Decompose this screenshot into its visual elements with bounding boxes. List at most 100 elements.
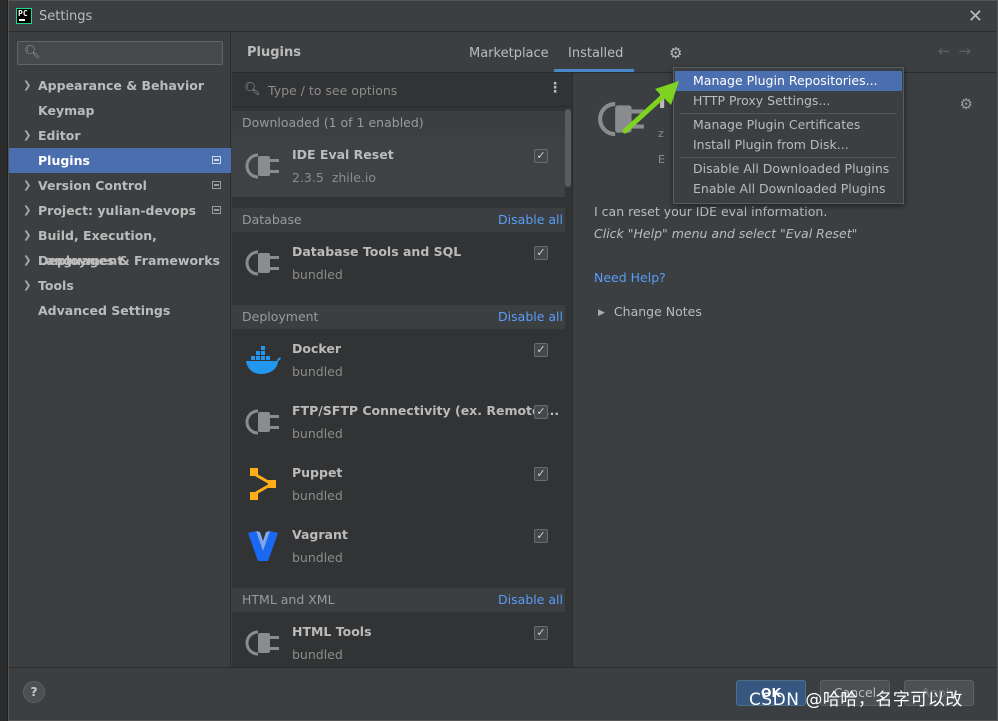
search-icon: 🔍︎ (244, 82, 261, 97)
menu-item-disable-all-downloaded[interactable]: Disable All Downloaded Plugins (675, 159, 902, 179)
settings-sidebar: 🔍︎ ❯ Appearance & Behavior Keymap ❯ Editor Pl… (9, 32, 231, 667)
gear-icon[interactable]: ⚙ (669, 44, 682, 62)
plugin-name: Vagrant (292, 527, 348, 542)
sidebar-item-label: Project: yulian-devops (38, 203, 197, 218)
plugin-version: bundled (292, 364, 343, 379)
window-title: Settings (39, 9, 93, 24)
chevron-right-icon[interactable]: ❯ (23, 123, 31, 148)
plugin-meta: bundled (292, 267, 343, 282)
plugin-list-scrollbar[interactable] (565, 109, 571, 187)
group-name: Database (242, 212, 302, 227)
chevron-right-icon[interactable]: ❯ (23, 223, 31, 248)
settings-dialog: PC Settings ✕ 🔍︎ ❯ Appearance & Behavior K… (8, 0, 998, 721)
sidebar-item-appearance-behavior[interactable]: ❯ Appearance & Behavior (9, 73, 231, 98)
tab-marketplace[interactable]: Marketplace (469, 46, 549, 61)
plugin-version: bundled (292, 267, 343, 282)
plug-icon (244, 624, 282, 662)
plugin-enabled-checkbox[interactable]: ✓ (534, 405, 548, 419)
change-notes-label: Change Notes (613, 304, 702, 319)
plugin-vendor: zhile.io (331, 170, 377, 185)
settings-nav: ❯ Appearance & Behavior Keymap ❯ Editor Plugi… (9, 73, 231, 323)
background-ide-strip (0, 0, 8, 721)
menu-item-http-proxy[interactable]: HTTP Proxy Settings... (675, 91, 902, 111)
plugin-name: IDE Eval Reset (292, 147, 394, 162)
close-icon[interactable]: ✕ (968, 6, 983, 27)
sidebar-item-label: Appearance & Behavior (38, 78, 204, 93)
disable-all-link[interactable]: Disable all (498, 309, 563, 324)
plugin-instruction: Click "Help" menu and select "Eval Reset… (594, 226, 858, 241)
sidebar-item-plugins[interactable]: Plugins (9, 148, 231, 173)
page-title: Plugins (247, 45, 301, 60)
chevron-right-icon[interactable]: ❯ (23, 273, 31, 298)
menu-item-manage-repositories[interactable]: Manage Plugin Repositories... (675, 71, 902, 91)
plugin-search-placeholder: Type / to see options (268, 83, 398, 98)
plugin-meta: bundled (292, 426, 343, 441)
plugin-row[interactable]: Docker bundled ✓ (232, 329, 565, 391)
plugin-version: bundled (292, 488, 343, 503)
plugin-enabled-checkbox[interactable]: ✓ (534, 529, 548, 543)
sidebar-item-editor[interactable]: ❯ Editor (9, 123, 231, 148)
settings-search-box[interactable]: 🔍︎ (17, 41, 223, 65)
plugin-enabled-checkbox[interactable]: ✓ (534, 467, 548, 481)
sidebar-item-label: Version Control (38, 178, 147, 193)
sidebar-item-keymap[interactable]: Keymap (9, 98, 231, 123)
docker-whale-icon (244, 341, 282, 379)
plugin-enabled-checkbox[interactable]: ✓ (534, 149, 548, 163)
group-name: Downloaded (1 of 1 enabled) (242, 115, 424, 130)
need-help-link[interactable]: Need Help? (594, 270, 666, 285)
menu-item-manage-certificates[interactable]: Manage Plugin Certificates (675, 115, 902, 135)
vagrant-icon (244, 527, 282, 565)
disable-all-link[interactable]: Disable all (498, 212, 563, 227)
plugin-version: bundled (292, 426, 343, 441)
title-bar: PC Settings ✕ (9, 1, 997, 32)
plugin-version: bundled (292, 647, 343, 662)
plugin-version: 2.3.5 (292, 170, 324, 185)
plugin-enabled-checkbox[interactable]: ✓ (534, 246, 548, 260)
menu-item-install-from-disk[interactable]: Install Plugin from Disk... (675, 135, 902, 155)
sidebar-item-advanced-settings[interactable]: Advanced Settings (9, 298, 231, 323)
sidebar-item-version-control[interactable]: ❯ Version Control (9, 173, 231, 198)
menu-separator (680, 157, 897, 158)
plugin-row[interactable]: Vagrant bundled ✓ (232, 515, 565, 577)
forward-arrow-icon[interactable]: → (958, 42, 979, 60)
menu-item-enable-all-downloaded[interactable]: Enable All Downloaded Plugins (675, 179, 902, 199)
change-notes-toggle[interactable]: ▶ Change Notes (598, 304, 702, 319)
settings-search-input[interactable] (42, 44, 218, 62)
group-header-downloaded: Downloaded (1 of 1 enabled) (232, 111, 565, 135)
plugin-row[interactable]: HTML Tools bundled ✓ (232, 612, 565, 667)
group-header-html-xml: HTML and XML Disable all (232, 588, 565, 612)
sidebar-item-label: Advanced Settings (38, 303, 171, 318)
sidebar-item-project-yulian-devops[interactable]: ❯ Project: yulian-devops (9, 198, 231, 223)
search-icon: 🔍︎ (24, 45, 41, 60)
sidebar-item-build-execution-deployment[interactable]: ❯ Build, Execution, Deployment (9, 223, 231, 268)
plugin-search-bar[interactable]: 🔍︎ Type / to see options ⋮ (232, 73, 572, 107)
plugin-row[interactable]: IDE Eval Reset 2.3.5 zhile.io ✓ (232, 135, 565, 197)
help-button[interactable]: ? (23, 681, 45, 703)
plugin-enabled-checkbox[interactable]: ✓ (534, 626, 548, 640)
group-name: Deployment (242, 309, 319, 324)
sidebar-item-label: Languages & Frameworks (38, 253, 220, 268)
plugin-row[interactable]: Puppet bundled ✓ (232, 453, 565, 515)
group-header-deployment: Deployment Disable all (232, 305, 565, 329)
more-options-icon[interactable]: ⋮ (548, 80, 562, 96)
sidebar-item-tools[interactable]: ❯ Tools (9, 273, 231, 298)
chevron-right-icon[interactable]: ❯ (23, 173, 31, 198)
chevron-right-icon[interactable]: ❯ (23, 248, 31, 273)
back-arrow-icon[interactable]: ← (938, 42, 959, 60)
pycharm-logo-icon: PC (16, 8, 32, 24)
disable-all-link[interactable]: Disable all (498, 592, 563, 607)
chevron-right-icon[interactable]: ❯ (23, 198, 31, 223)
dialog-footer: ? OK Cancel Apply CSDN @哈哈，名字可以改 (9, 667, 997, 720)
plugin-row[interactable]: Database Tools and SQL bundled ✓ (232, 232, 565, 294)
plugin-meta: bundled (292, 364, 343, 379)
plugin-name: HTML Tools (292, 624, 372, 639)
plugin-name: FTP/SFTP Connectivity (ex. Remote ... (292, 403, 560, 418)
watermark: CSDN @哈哈，名字可以改 (749, 690, 963, 710)
tab-installed[interactable]: Installed (568, 46, 623, 61)
plugin-row[interactable]: FTP/SFTP Connectivity (ex. Remote ... bun… (232, 391, 565, 453)
plugin-enabled-checkbox[interactable]: ✓ (534, 343, 548, 357)
plugin-settings-gear-icon[interactable]: ⚙ (960, 95, 973, 113)
sidebar-item-languages-frameworks[interactable]: ❯ Languages & Frameworks (9, 248, 231, 273)
chevron-right-icon[interactable]: ❯ (23, 73, 31, 98)
group-header-database: Database Disable all (232, 208, 565, 232)
